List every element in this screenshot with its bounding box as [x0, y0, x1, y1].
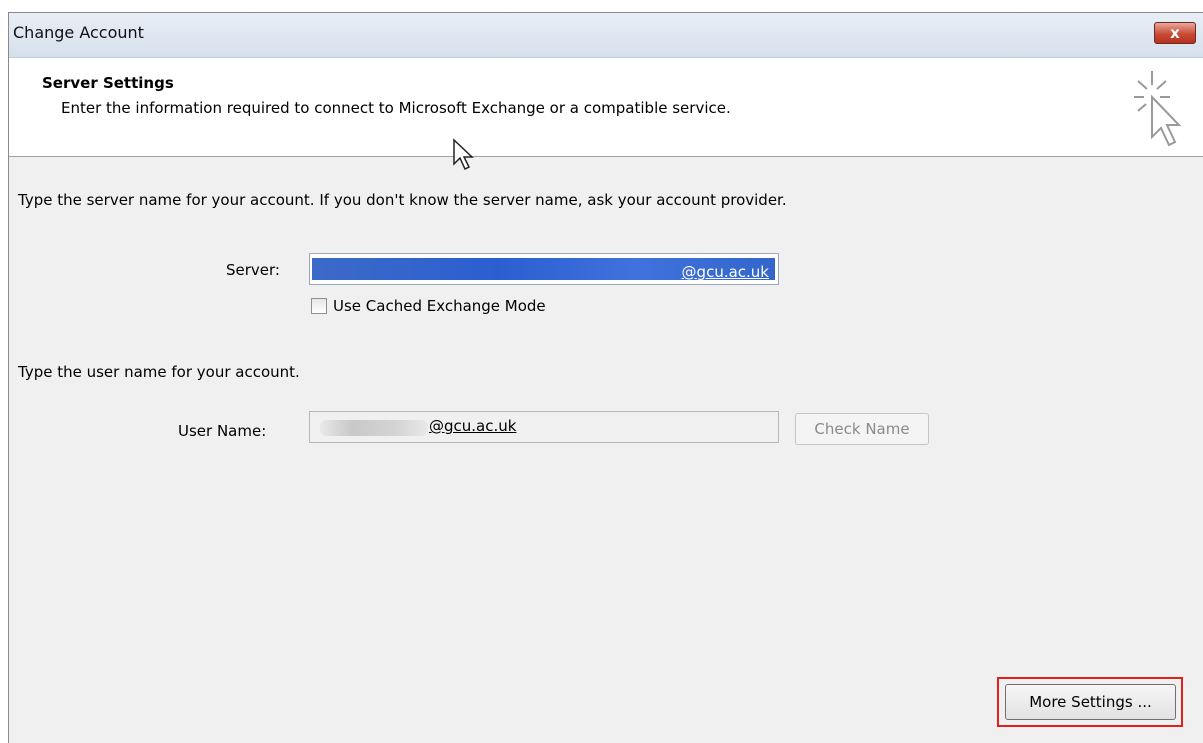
username-label: User Name:: [178, 422, 267, 440]
wizard-cursor-icon: [1134, 71, 1182, 147]
check-name-button[interactable]: Check Name: [795, 413, 929, 445]
username-domain-text: @gcu.ac.uk: [429, 417, 517, 435]
cached-mode-label[interactable]: Use Cached Exchange Mode: [333, 297, 546, 315]
wizard-header: Server Settings Enter the information re…: [9, 58, 1203, 171]
page-title: Server Settings: [42, 74, 174, 92]
change-account-dialog: Change Account x Server Settings Enter t…: [8, 12, 1203, 743]
page-subtitle: Enter the information required to connec…: [61, 99, 731, 117]
server-text-selection: @gcu.ac.uk: [312, 258, 775, 281]
user-instructions: Type the user name for your account.: [18, 363, 300, 381]
server-domain-text: @gcu.ac.uk: [681, 263, 769, 281]
window-title: Change Account: [13, 23, 144, 42]
server-instructions: Type the server name for your account. I…: [18, 191, 787, 209]
username-input[interactable]: @gcu.ac.uk: [309, 411, 779, 443]
close-icon: x: [1170, 24, 1180, 42]
server-input[interactable]: @gcu.ac.uk: [309, 253, 779, 285]
more-settings-button[interactable]: More Settings ...: [1005, 684, 1176, 720]
server-label: Server:: [226, 261, 280, 279]
cached-mode-checkbox[interactable]: [311, 298, 327, 314]
title-bar: Change Account x: [9, 13, 1203, 58]
dialog-content: Type the server name for your account. I…: [9, 157, 1203, 743]
redacted-username: [320, 420, 428, 436]
close-button[interactable]: x: [1154, 22, 1196, 44]
